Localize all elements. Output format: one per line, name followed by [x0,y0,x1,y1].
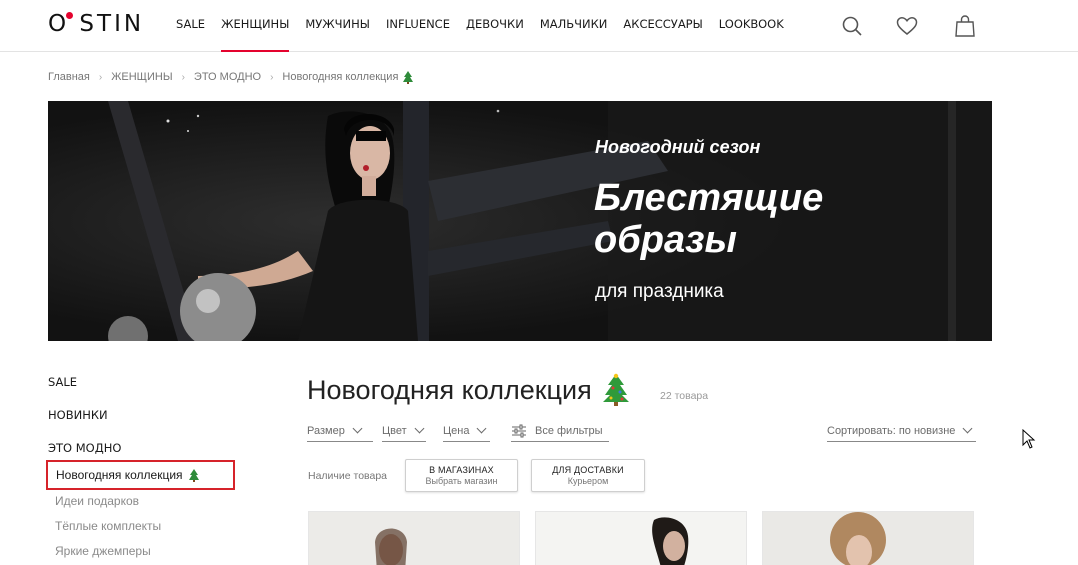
nav-item-accessories[interactable]: АКСЕССУАРЫ [623,0,702,52]
product-card[interactable] [308,511,520,565]
christmas-tree-icon [403,71,414,84]
filter-all[interactable]: Все фильтры [511,420,609,442]
breadcrumb-current: Новогодняя коллекция [282,71,399,83]
chevron-down-icon [477,423,487,434]
logo-dot [66,12,73,19]
availability-label: Наличие товара [308,470,388,482]
banner-subtitle: Новогодний сезон [595,137,761,157]
chevron-down-icon [962,423,973,434]
breadcrumb-trending[interactable]: ЭТО МОДНО [194,71,261,83]
chevron-right-icon: › [181,71,185,83]
for-delivery-title: ДЛЯ ДОСТАВКИ [552,465,624,475]
sidebar-item-warm-sets[interactable]: Тёплые комплекты [55,519,161,533]
banner-title-line1: Блестящие [594,177,824,219]
for-delivery-subtitle: Курьером [567,476,609,486]
product-count: 22 товара [660,390,709,402]
breadcrumb-home[interactable]: Главная [48,71,90,83]
filter-all-label: Все фильтры [535,424,603,437]
search-icon[interactable] [840,14,864,38]
banner-photo [48,101,992,341]
filter-bar: Размер Цвет Цена Все фильтры Сортировать… [307,420,977,444]
heart-icon[interactable] [895,14,919,38]
in-stores-title: В МАГАЗИНАХ [429,465,494,475]
filter-color-label: Цвет [382,424,407,437]
filter-size[interactable]: Размер [307,420,373,442]
chevron-down-icon [352,423,363,434]
banner-caption: для праздника [595,281,724,302]
for-delivery-button[interactable]: ДЛЯ ДОСТАВКИ Курьером [531,459,645,492]
sliders-icon [512,424,526,437]
sidebar-item-gift-ideas[interactable]: Идеи подарков [55,494,139,508]
sidebar-item-sale[interactable]: SALE [48,374,248,407]
filter-price-label: Цена [443,424,470,437]
in-stores-subtitle: Выбрать магазин [425,476,498,486]
main-nav: SALE ЖЕНЩИНЫ МУЖЧИНЫ INFLUENCE ДЕВОЧКИ М… [176,0,800,52]
christmas-tree-icon [602,373,629,406]
filter-color[interactable]: Цвет [382,420,426,442]
page-title-text: Новогодняя коллекция [307,375,592,405]
nav-item-lookbook[interactable]: LOOKBOOK [719,0,784,52]
sidebar-item-new-year-collection[interactable]: Новогодняя коллекция [46,460,235,490]
nav-item-boys[interactable]: МАЛЬЧИКИ [540,0,608,52]
product-card[interactable] [762,511,974,565]
breadcrumb: Главная › ЖЕНЩИНЫ › ЭТО МОДНО › Новогодн… [48,70,414,84]
sidebar-item-new[interactable]: НОВИНКИ [48,407,248,440]
chevron-right-icon: › [270,71,274,83]
site-header: O STIN SALE ЖЕНЩИНЫ МУЖЧИНЫ INFLUENCE ДЕ… [0,0,1078,52]
product-image [309,512,519,565]
product-image [763,512,973,565]
nav-item-sale[interactable]: SALE [176,0,205,52]
product-card[interactable] [535,511,747,565]
category-sidebar: SALE НОВИНКИ ЭТО МОДНО Новогодняя коллек… [46,374,248,558]
sidebar-item-bright-jumpers[interactable]: Яркие джемперы [55,544,151,558]
in-stores-button[interactable]: В МАГАЗИНАХ Выбрать магазин [405,459,518,492]
filter-size-label: Размер [307,424,345,437]
mouse-cursor-icon [1022,429,1036,449]
christmas-tree-icon [188,469,199,482]
logo[interactable]: O STIN [48,11,144,37]
banner-title: Блестящие образы [594,177,823,261]
nav-item-girls[interactable]: ДЕВОЧКИ [466,0,524,52]
chevron-down-icon [414,423,425,434]
sidebar-item-label: Новогодняя коллекция [56,468,183,482]
filter-price[interactable]: Цена [443,420,490,442]
page-title: Новогодняя коллекция [307,372,630,406]
chevron-right-icon: › [98,71,103,83]
shopping-bag-icon[interactable] [953,14,977,38]
promo-banner[interactable]: Новогодний сезон Блестящие образы для пр… [48,101,992,341]
breadcrumb-women[interactable]: ЖЕНЩИНЫ [111,71,172,83]
product-image [536,512,746,565]
nav-item-men[interactable]: МУЖЧИНЫ [305,0,370,52]
nav-item-women[interactable]: ЖЕНЩИНЫ [221,0,290,52]
nav-item-influence[interactable]: INFLUENCE [386,0,450,52]
sort-select[interactable]: Сортировать: по новизне [827,420,976,442]
sort-select-label: Сортировать: по новизне [827,424,956,437]
banner-title-line2: образы [594,219,737,261]
